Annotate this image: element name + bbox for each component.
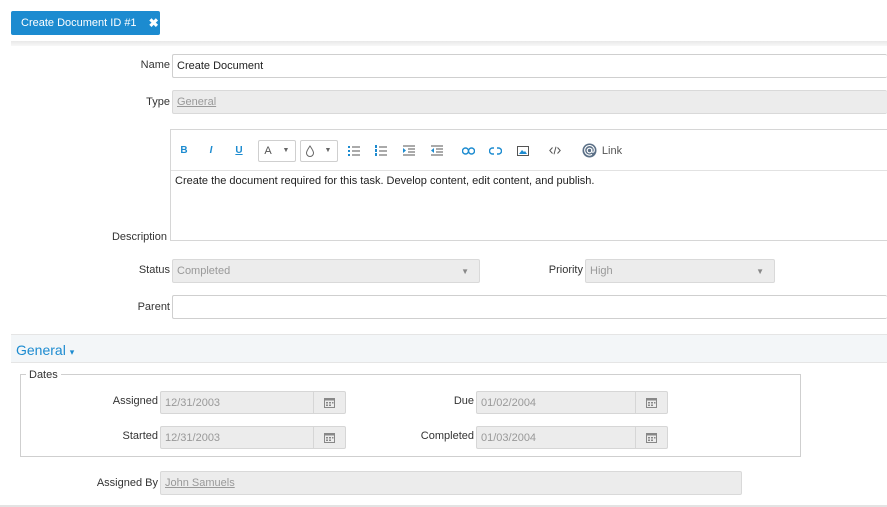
- assigned-by-field: John Samuels: [160, 471, 742, 495]
- numbered-list-icon[interactable]: [373, 142, 389, 159]
- parent-input[interactable]: [172, 295, 887, 319]
- droplet-icon: [302, 142, 318, 159]
- assigned-by-label: Assigned By: [96, 477, 158, 489]
- calendar-icon[interactable]: [635, 392, 667, 413]
- assigned-date-value: 12/31/2003: [165, 397, 221, 409]
- description-label: Description: [111, 231, 167, 243]
- caret-down-icon: ▾: [69, 347, 75, 357]
- description-editor[interactable]: B I U A ▼ ▼ Link Create the document req…: [170, 129, 887, 241]
- close-icon[interactable]: ✖: [149, 16, 159, 30]
- code-icon[interactable]: [546, 142, 564, 159]
- due-date-field: 01/02/2004: [476, 391, 668, 414]
- general-section-title: General ▾: [16, 342, 74, 358]
- editor-toolbar: B I U A ▼ ▼ Link: [171, 130, 887, 171]
- type-label: Type: [146, 96, 170, 108]
- general-section-header[interactable]: General ▾: [11, 334, 887, 363]
- italic-button[interactable]: I: [203, 142, 219, 159]
- type-value: General: [177, 96, 217, 108]
- font-color-dropdown-icon[interactable]: ▼: [279, 142, 293, 159]
- link-icon[interactable]: [460, 142, 476, 159]
- unlink-icon[interactable]: [487, 142, 503, 159]
- started-date-value: 12/31/2003: [165, 432, 221, 444]
- font-color-icon: A: [264, 144, 272, 157]
- completed-date-field: 01/03/2004: [476, 426, 668, 449]
- assigned-by-value: John Samuels: [165, 477, 235, 489]
- parent-label: Parent: [137, 301, 170, 313]
- completed-date-value: 01/03/2004: [481, 432, 537, 444]
- bold-button[interactable]: B: [176, 142, 192, 159]
- assigned-label: Assigned: [112, 395, 158, 407]
- calendar-icon[interactable]: [313, 427, 345, 448]
- calendar-icon[interactable]: [635, 427, 667, 448]
- bullet-list-icon[interactable]: [346, 142, 362, 159]
- chevron-down-icon: ▼: [461, 267, 469, 276]
- description-text: Create the document required for this ta…: [175, 175, 595, 187]
- priority-select: High ▼: [585, 259, 775, 283]
- chevron-down-icon: ▼: [756, 267, 764, 276]
- link-button[interactable]: Link: [600, 142, 624, 159]
- dates-legend: Dates: [26, 369, 61, 381]
- started-date-field: 12/31/2003: [160, 426, 346, 449]
- name-input[interactable]: Create Document: [172, 54, 887, 78]
- image-icon[interactable]: [515, 142, 531, 159]
- general-title-text: General: [16, 342, 66, 358]
- name-value: Create Document: [177, 60, 264, 72]
- status-value: Completed: [177, 265, 231, 277]
- started-label: Started: [122, 430, 158, 442]
- status-select: Completed ▼: [172, 259, 480, 283]
- completed-label: Completed: [420, 430, 474, 442]
- priority-value: High: [590, 265, 613, 277]
- highlight-dropdown-icon[interactable]: ▼: [321, 142, 335, 159]
- indent-icon[interactable]: [401, 142, 417, 159]
- assigned-date-field: 12/31/2003: [160, 391, 346, 414]
- dates-fieldset: [20, 374, 801, 457]
- document-tab[interactable]: Create Document ID #1 ✖: [11, 11, 160, 35]
- header-divider: [11, 41, 887, 46]
- status-label: Status: [138, 264, 170, 276]
- underline-button[interactable]: U: [231, 142, 247, 159]
- priority-label: Priority: [548, 264, 583, 276]
- tab-label: Create Document ID #1: [21, 17, 137, 29]
- outdent-icon[interactable]: [429, 142, 445, 159]
- due-date-value: 01/02/2004: [481, 397, 537, 409]
- due-label: Due: [453, 395, 474, 407]
- name-label: Name: [140, 59, 170, 71]
- calendar-icon[interactable]: [313, 392, 345, 413]
- type-field: General: [172, 90, 887, 114]
- at-sign-icon: [581, 142, 597, 159]
